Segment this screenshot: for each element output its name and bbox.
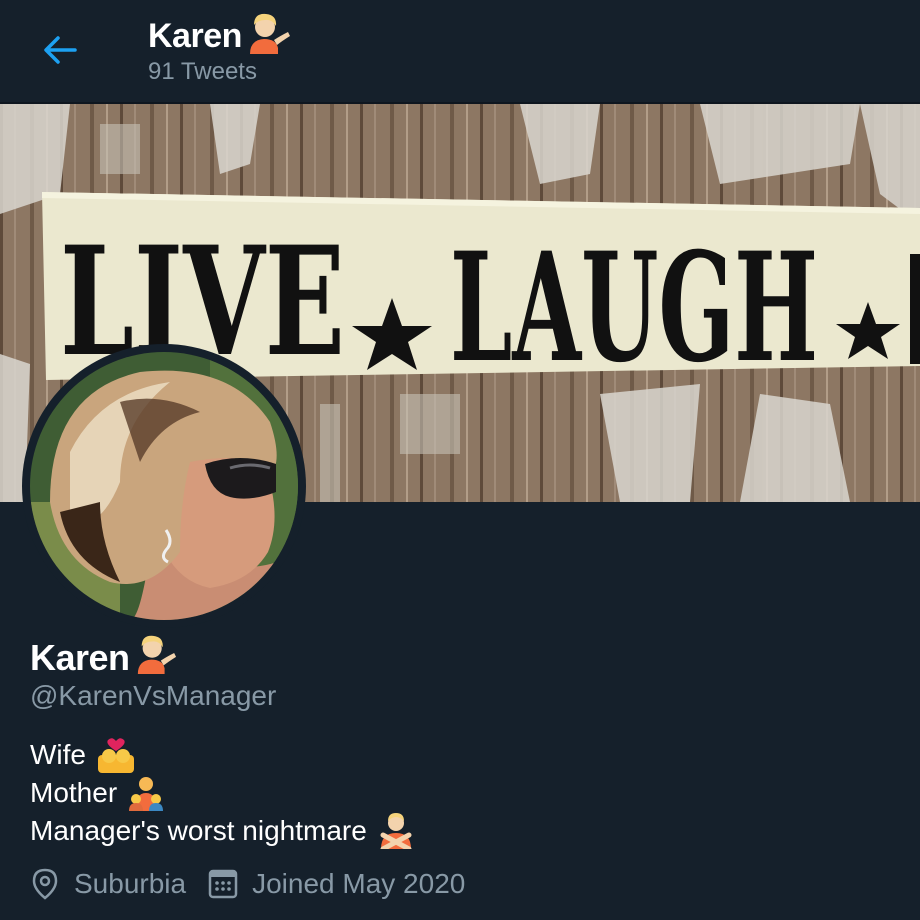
arrow-left-icon — [44, 36, 77, 64]
profile-handle: @KarenVsManager — [30, 680, 277, 711]
tweet-count: 91 Tweets — [148, 58, 257, 85]
join-date-text: Joined May 2020 — [252, 868, 466, 899]
back-button[interactable] — [36, 26, 84, 74]
bio-line: Manager's worst nightmare — [30, 812, 415, 850]
bio-text: Manager's worst nightmare — [30, 815, 367, 846]
location-text: Suburbia — [74, 868, 187, 899]
top-bar: Karen 91 Tweets — [0, 0, 920, 104]
header-name: Karen — [148, 17, 242, 55]
profile-name: Karen — [30, 632, 180, 683]
bio-line: Mother — [30, 774, 415, 812]
calendar-icon — [208, 869, 238, 899]
avatar-frame — [22, 344, 306, 628]
bio-text: Wife — [30, 739, 86, 770]
couple-kiss-icon — [96, 737, 136, 773]
join-date: Joined May 2020 — [208, 868, 465, 900]
profile-name-text: Karen — [30, 636, 130, 678]
profile-bio: Wife Mother Manager's worst nightmare — [30, 736, 415, 850]
person-tipping-hand-icon — [132, 632, 180, 683]
person-gesturing-no-icon — [377, 813, 415, 849]
banner-sign-word-2: LAUGH — [450, 220, 818, 396]
family-icon — [127, 775, 165, 811]
bio-text: Mother — [30, 777, 118, 808]
header-title: Karen — [148, 10, 294, 63]
profile-meta: Suburbia Joined May 2020 — [30, 868, 487, 900]
location-pin-icon — [32, 868, 58, 900]
location: Suburbia — [30, 868, 186, 900]
person-tipping-hand-icon — [244, 10, 294, 63]
avatar[interactable] — [30, 352, 298, 620]
bio-line: Wife — [30, 736, 415, 774]
